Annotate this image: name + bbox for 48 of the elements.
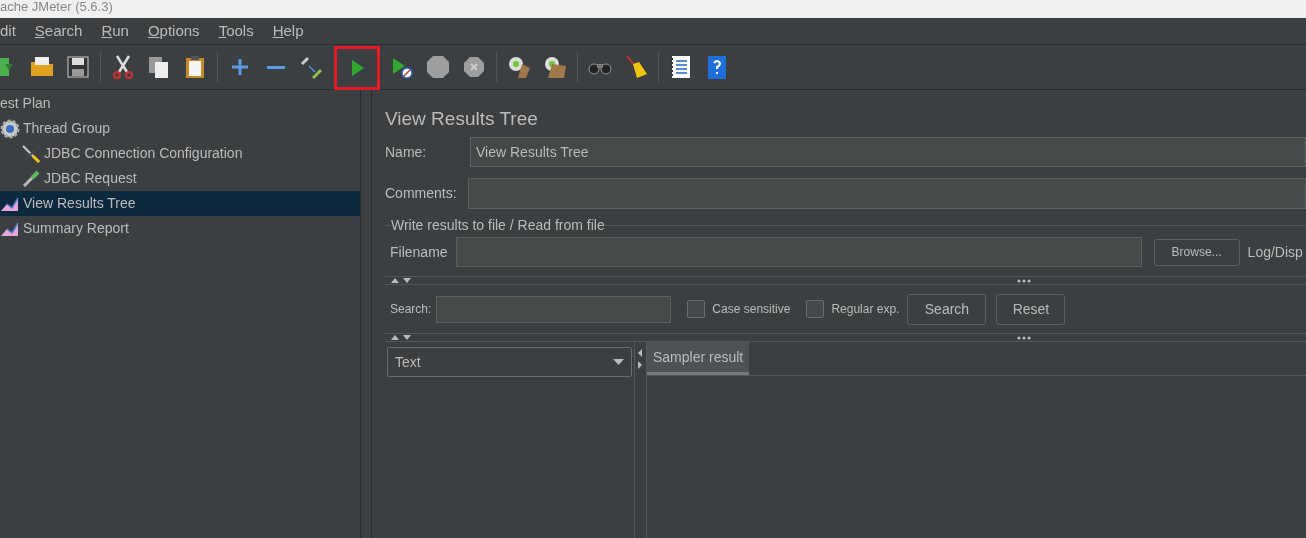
search-field[interactable] [436, 295, 672, 323]
tree-item[interactable]: JDBC Connection Configuration [0, 141, 360, 166]
search-label: Search: [390, 301, 432, 318]
tree-item[interactable]: Thread Group [0, 116, 360, 141]
search-button[interactable]: Search [907, 293, 987, 325]
broom-gear-icon [542, 54, 568, 80]
name-field[interactable]: View Results Tree [470, 137, 1306, 167]
tree-item[interactable]: Summary Report [0, 216, 360, 241]
drag-handle-icon[interactable] [1017, 335, 1031, 340]
scissors-icon [110, 54, 136, 80]
reset-button[interactable]: Reset [996, 293, 1066, 325]
caret-icon [613, 359, 624, 365]
browse-button[interactable]: Browse... [1153, 238, 1240, 266]
group-title: Write results to file / Read from file [391, 215, 605, 235]
menu-item[interactable]: dit [0, 19, 16, 43]
wrench-screwdriver-icon [21, 143, 41, 164]
pipette-icon [21, 168, 41, 189]
menu-item[interactable]: Tools [218, 19, 254, 43]
checkbox-label: Regular exp. [831, 301, 900, 318]
tree-item[interactable]: est Plan [0, 91, 360, 116]
checkbox-label: Case sensitive [712, 301, 791, 318]
tab[interactable]: Sampler result [647, 342, 750, 375]
window-title: ache JMeter (5.6.3) [0, 0, 113, 13]
menu-item[interactable]: Search [34, 19, 83, 43]
drag-handle-icon[interactable] [1017, 278, 1031, 283]
broom-gear-icon [506, 54, 532, 80]
stop-sign-icon [461, 54, 487, 80]
filename-label: Filename [390, 242, 448, 262]
tree-item[interactable]: View Results Tree [0, 191, 360, 216]
checkbox[interactable] [687, 300, 706, 318]
split-arrows-icon[interactable] [637, 348, 643, 370]
gear-icon [0, 118, 20, 139]
comments-label: Comments: [385, 184, 458, 203]
menu-item[interactable]: Help [272, 19, 304, 43]
filename-field[interactable] [455, 237, 1142, 267]
panel-title: View Results Tree [385, 107, 539, 131]
pipette-icon [299, 54, 325, 80]
checkbox[interactable] [806, 300, 825, 318]
stop-sign-icon [425, 54, 451, 80]
minus-icon [267, 65, 285, 69]
comments-field[interactable] [468, 178, 1306, 209]
name-label: Name: [385, 142, 428, 162]
menu-item[interactable]: Run [101, 19, 129, 43]
log-display-label: Log/Disp [1247, 242, 1303, 262]
menu-item[interactable]: Options [147, 19, 200, 43]
broom-icon [623, 54, 649, 80]
tree-item[interactable]: JDBC Request [0, 166, 360, 191]
renderer-dropdown[interactable]: Text [387, 347, 632, 377]
